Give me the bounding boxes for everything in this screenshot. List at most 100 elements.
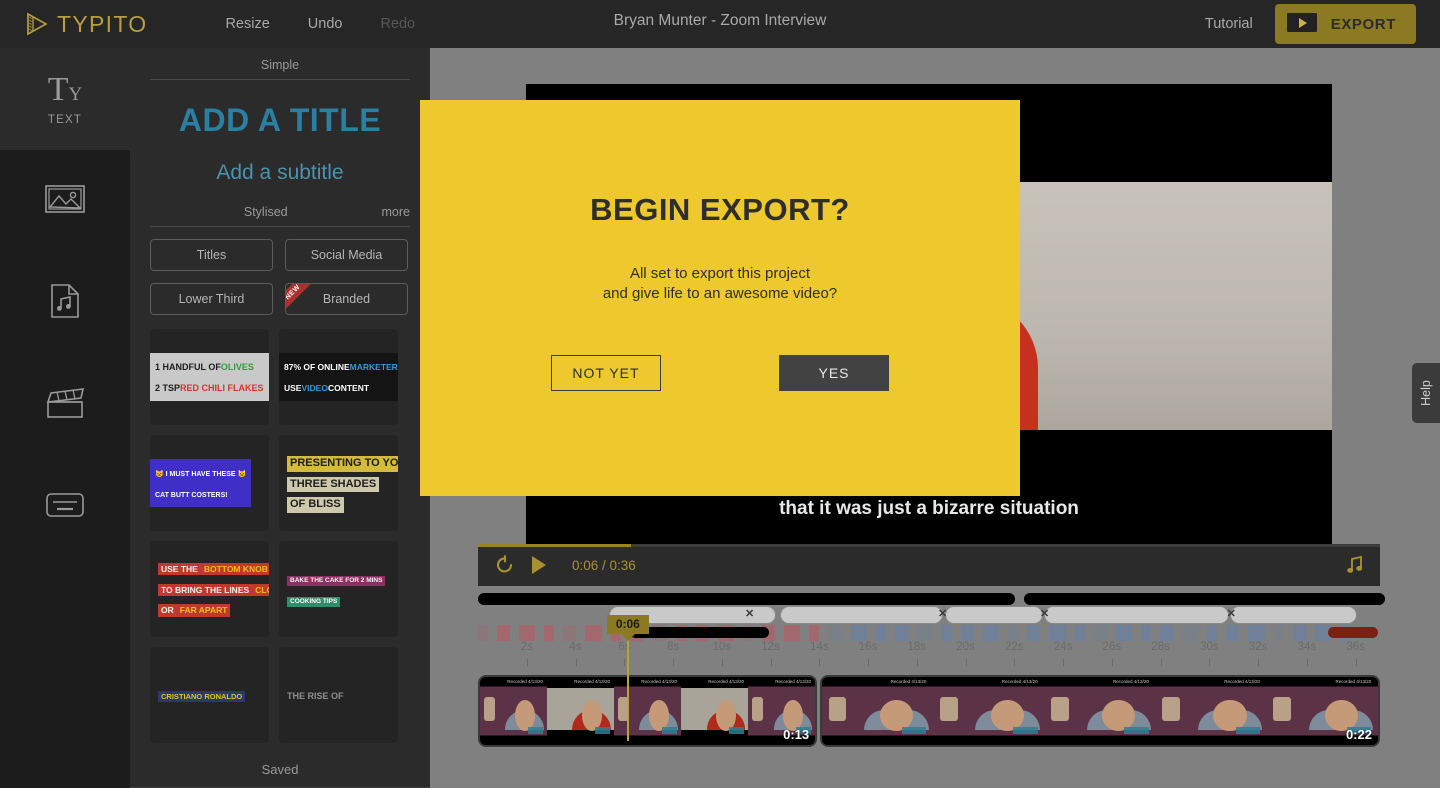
timeline-clip[interactable]: Recorded 4/13/20 Recorded 4/13/20 Recorded… bbox=[819, 675, 1380, 747]
subtitle-segment[interactable] bbox=[1044, 606, 1230, 624]
waveform-bar bbox=[875, 625, 886, 641]
template-card-text: THE RISE OF bbox=[287, 690, 344, 701]
clip-thumbnail: Recorded 4/13/20 bbox=[1155, 677, 1267, 745]
thumb-top-text: Recorded 4/13/20 bbox=[1113, 679, 1149, 685]
ruler-tick-mark bbox=[1160, 659, 1162, 666]
template-card-text: USE THE BOTTOM KNOB TO BRING THE LINES CL… bbox=[150, 558, 269, 620]
subtitle-segment[interactable] bbox=[1230, 606, 1357, 624]
menu-resize[interactable]: Resize bbox=[225, 16, 269, 32]
thumb-overlay-tag bbox=[595, 727, 611, 735]
monitor-play-icon bbox=[1286, 13, 1317, 35]
clapperboard-icon bbox=[45, 386, 85, 425]
modal-title: BEGIN EXPORT? bbox=[590, 192, 850, 227]
timeline-clips: Recorded 4/13/20 Recorded 4/13/20 Recorded… bbox=[478, 675, 1380, 747]
waveform-bar bbox=[478, 625, 488, 641]
play-icon[interactable] bbox=[530, 555, 548, 575]
chip-branded-label: Branded bbox=[322, 292, 371, 306]
text-templates-panel: Simple ADD A TITLE Add a subtitle Stylis… bbox=[130, 48, 430, 788]
rail-item-image[interactable] bbox=[0, 150, 130, 252]
template-card[interactable]: 1 HANDFUL OF OLIVES 2 TSP RED CHILI FLAKE… bbox=[150, 329, 269, 425]
thumb-overlay-tag bbox=[662, 727, 678, 735]
modal-body-line-1: All set to export this project bbox=[629, 265, 811, 282]
ruler-tick-label: 26s bbox=[1102, 641, 1122, 653]
save-status-label: Saved bbox=[261, 762, 299, 777]
thumb-top-text: Recorded 4/13/20 bbox=[708, 679, 745, 685]
template-card[interactable]: CRISTIANO RONALDO bbox=[150, 647, 269, 743]
music-note-icon[interactable] bbox=[1346, 555, 1364, 575]
section-stylised-row: Stylised more bbox=[130, 197, 430, 226]
ruler-tick-label: 24s bbox=[1053, 641, 1073, 653]
template-card[interactable]: USE THE BOTTOM KNOB TO BRING THE LINES CL… bbox=[150, 541, 269, 637]
clip-thumbnail: Recorded 4/13/20 bbox=[614, 677, 682, 745]
template-card[interactable]: BAKE THE CAKE FOR 2 MINS COOKING TIPS bbox=[279, 541, 398, 637]
export-button[interactable]: EXPORT bbox=[1274, 4, 1416, 44]
timeline-caption-track[interactable] bbox=[478, 593, 1385, 605]
ruler-tick-mark bbox=[575, 659, 577, 666]
timeline-clip[interactable]: Recorded 4/13/20 Recorded 4/13/20 Recorded… bbox=[478, 675, 818, 747]
brand-logo[interactable]: TYPITO bbox=[24, 11, 147, 38]
ruler-tick-label: 4s bbox=[569, 641, 582, 653]
ruler-tick-label: 34s bbox=[1297, 641, 1317, 653]
subtitle-segment[interactable] bbox=[945, 606, 1043, 624]
template-card[interactable]: 87% OF ONLINE MARKETERSUSE VIDEO CONTENT bbox=[279, 329, 398, 425]
clip-duration-label: 0:22 bbox=[1345, 727, 1372, 742]
rail-item-audio[interactable] bbox=[0, 252, 130, 354]
clip-thumbnail: Recorded 4/13/20 bbox=[681, 677, 749, 745]
caption-segment[interactable] bbox=[478, 593, 1015, 605]
timeline-playhead[interactable]: 0:06 bbox=[606, 615, 649, 741]
subtitle-segment[interactable] bbox=[780, 606, 943, 624]
ruler-tick-mark bbox=[965, 659, 967, 666]
subtitle-split-marker[interactable]: ✕ bbox=[1040, 607, 1049, 620]
waveform-end-marker[interactable] bbox=[1327, 627, 1379, 638]
waveform-bar bbox=[1049, 625, 1066, 641]
app-header: TYPITO Resize Undo Redo Bryan Munter - Z… bbox=[0, 0, 1440, 48]
thumb-top-text: Recorded 4/13/20 bbox=[641, 679, 678, 685]
category-chips: Titles Social Media Lower Third NEW Bran… bbox=[130, 227, 430, 315]
waveform-bar bbox=[1027, 625, 1041, 641]
template-card[interactable]: THE RISE OF bbox=[279, 647, 398, 743]
clip-thumbnails: Recorded 4/13/20 Recorded 4/13/20 Recorded… bbox=[821, 677, 1378, 745]
ruler-tick-label: 22s bbox=[1005, 641, 1024, 653]
add-subtitle-preview[interactable]: Add a subtitle bbox=[130, 161, 430, 185]
audio-file-icon bbox=[49, 283, 81, 324]
text-ty-icon: TY bbox=[47, 70, 83, 108]
waveform-bar bbox=[1140, 625, 1151, 641]
new-ribbon: NEW bbox=[286, 284, 314, 314]
loop-icon[interactable] bbox=[494, 554, 516, 576]
help-tab[interactable]: Help bbox=[1412, 363, 1440, 423]
header-actions: Tutorial EXPORT bbox=[1205, 0, 1416, 48]
timeline-ruler[interactable]: 2s 4s 6s 8s 10s 12s 14s 16s 18s 20s 22s 24s 26s 28s 30… bbox=[478, 641, 1380, 671]
ruler-tick-label: 20s bbox=[956, 641, 975, 653]
subtitle-split-marker[interactable]: ✕ bbox=[745, 607, 754, 620]
template-grid: 1 HANDFUL OF OLIVES 2 TSP RED CHILI FLAKE… bbox=[130, 315, 430, 743]
section-stylised-label: Stylised bbox=[243, 205, 288, 219]
rail-item-subtitles[interactable] bbox=[0, 456, 130, 558]
rail-item-text[interactable]: TY TEXT bbox=[0, 34, 130, 164]
tutorial-link[interactable]: Tutorial bbox=[1205, 16, 1253, 32]
template-card[interactable]: PRESENTING TO YOU THREE SHADES OF BLISS bbox=[279, 435, 398, 531]
waveform-bar bbox=[1207, 625, 1218, 641]
image-icon bbox=[45, 183, 85, 220]
template-card-text: CRISTIANO RONALDO bbox=[150, 685, 246, 706]
chip-lower-third[interactable]: Lower Third bbox=[150, 283, 273, 315]
ruler-tick-mark bbox=[916, 659, 918, 666]
stylised-more-link[interactable]: more bbox=[382, 205, 410, 219]
template-card-text: 87% OF ONLINE MARKETERSUSE VIDEO CONTENT bbox=[279, 353, 398, 401]
rail-item-video[interactable] bbox=[0, 354, 130, 456]
yes-button[interactable]: YES bbox=[779, 354, 889, 391]
brand-name: TYPITO bbox=[57, 10, 148, 37]
not-yet-button[interactable]: NOT YET bbox=[551, 354, 661, 391]
chip-social-media[interactable]: Social Media bbox=[285, 239, 408, 271]
subtitle-split-marker[interactable]: ✕ bbox=[938, 607, 947, 620]
chip-titles[interactable]: Titles bbox=[150, 239, 273, 271]
typito-editor-app: TYPITO Resize Undo Redo Bryan Munter - Z… bbox=[0, 0, 1440, 788]
panel-scroll-area[interactable]: Simple ADD A TITLE Add a subtitle Stylis… bbox=[130, 48, 430, 752]
chip-branded[interactable]: NEW Branded bbox=[285, 283, 408, 315]
menu-undo[interactable]: Undo bbox=[308, 16, 343, 32]
thumb-overlay-tag bbox=[528, 727, 543, 735]
subtitle-split-marker[interactable]: ✕ bbox=[1227, 607, 1236, 620]
waveform-selection[interactable] bbox=[629, 627, 770, 638]
template-card[interactable]: 😺 I MUST HAVE THESE 😺 CAT BUTT COSTERS! bbox=[150, 435, 269, 531]
add-title-preview[interactable]: ADD A TITLE bbox=[130, 102, 430, 139]
caption-segment[interactable] bbox=[1023, 593, 1385, 605]
